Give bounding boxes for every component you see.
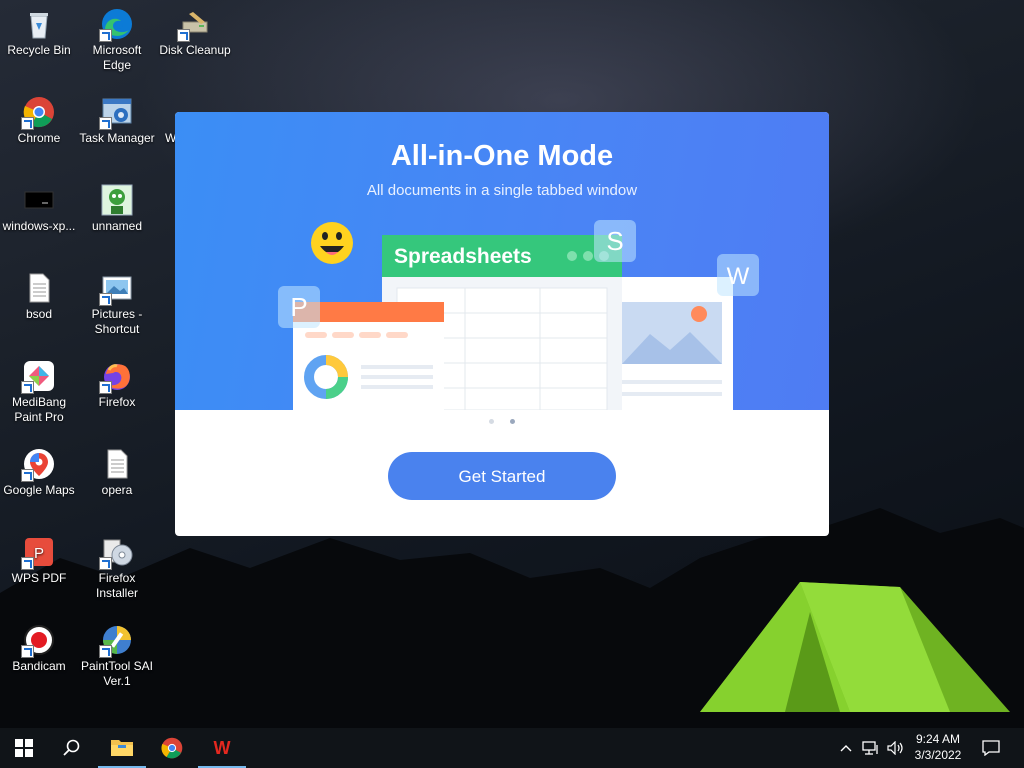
desktop-icon-label: Task Manager: [79, 131, 155, 145]
desktop-icon-firefox[interactable]: Firefox: [78, 360, 156, 410]
svg-text:S: S: [606, 226, 623, 256]
firefox-installer-icon: [99, 536, 133, 570]
desktop-icon-disk-cleanup[interactable]: Disk Cleanup: [156, 8, 234, 58]
desktop-icon-wps-pdf[interactable]: P WPS PDF: [0, 536, 78, 586]
pager-dot[interactable]: [489, 419, 494, 424]
spreadsheet-card-label: Spreadsheets: [394, 245, 532, 268]
desktop-icon-label: MediBang Paint Pro: [11, 395, 67, 424]
taskbar: W 9:24 AM 3/3/2022: [0, 728, 1024, 768]
edge-icon: [99, 8, 133, 42]
svg-text:P: P: [34, 545, 44, 562]
taskbar-clock[interactable]: 9:24 AM 3/3/2022: [908, 731, 968, 763]
s-badge-icon: S: [594, 220, 636, 262]
recycle-bin-icon: [23, 8, 55, 40]
tent-illustration: [700, 582, 1010, 712]
smiley-emoji-icon: [311, 222, 353, 264]
bandicam-icon: [21, 624, 55, 658]
volume-icon: [887, 741, 903, 755]
painttool-sai-icon: [99, 624, 133, 658]
dialog-banner: All-in-One Mode All documents in a singl…: [175, 112, 829, 410]
desktop-icon-bandicam[interactable]: Bandicam: [0, 624, 78, 674]
desktop-icon-label: PaintTool SAI Ver.1: [80, 659, 154, 688]
desktop-icon-opera[interactable]: opera: [78, 448, 156, 498]
text-file-icon: [101, 448, 133, 480]
desktop-icon-google-maps[interactable]: Google Maps: [0, 448, 78, 498]
chrome-icon: [161, 737, 183, 759]
desktop-icon-label: unnamed: [91, 219, 143, 233]
desktop-icon-bsod[interactable]: bsod: [0, 272, 78, 322]
desktop-icon-label: WPS PDF: [11, 571, 67, 585]
desktop-icon-painttool-sai[interactable]: PaintTool SAI Ver.1: [78, 624, 156, 689]
desktop-icon-firefox-installer[interactable]: Firefox Installer: [78, 536, 156, 601]
clock-date: 3/3/2022: [914, 748, 962, 762]
firefox-icon: [99, 360, 133, 394]
all-in-one-mode-dialog: All-in-One Mode All documents in a singl…: [175, 112, 829, 536]
desktop-icon-label: Google Maps: [3, 483, 75, 497]
start-icon: [15, 739, 33, 757]
writer-document-card: [615, 277, 733, 410]
unnamed-image-icon: [101, 184, 133, 216]
svg-text:W: W: [214, 738, 231, 757]
chevron-up-icon: [840, 745, 852, 752]
search-button[interactable]: [48, 728, 96, 768]
desktop-icon-chrome[interactable]: Chrome: [0, 96, 78, 146]
desktop-icon-label: Firefox: [98, 395, 136, 409]
network-button[interactable]: [858, 728, 884, 768]
pictures-folder-icon: [99, 272, 133, 306]
taskbar-wps-office[interactable]: W: [198, 728, 246, 768]
desktop-icon-pictures[interactable]: Pictures - Shortcut: [78, 272, 156, 337]
svg-text:P: P: [290, 292, 307, 322]
show-hidden-icons-button[interactable]: [834, 728, 858, 768]
w-badge-icon: W: [717, 254, 759, 296]
p-badge-icon: P: [278, 286, 320, 328]
notification-button[interactable]: [968, 728, 1014, 768]
google-maps-icon: [21, 448, 55, 482]
wps-pdf-icon: P: [21, 536, 55, 570]
search-icon: [63, 739, 80, 756]
task-manager-icon: [99, 96, 133, 130]
disk-cleanup-icon: [177, 8, 211, 42]
desktop-icon-windows-xp[interactable]: windows-xp...: [0, 184, 78, 234]
desktop-icon-label: Microsoft Edge: [92, 43, 142, 72]
clock-time: 9:24 AM: [915, 732, 961, 746]
text-file-icon: [23, 272, 55, 304]
desktop-icon-medibang[interactable]: MediBang Paint Pro: [0, 360, 78, 425]
desktop-icon-unnamed[interactable]: unnamed: [78, 184, 156, 234]
svg-text:W: W: [727, 263, 750, 290]
file-explorer-icon: [111, 740, 133, 756]
desktop-icon-label: bsod: [25, 307, 53, 321]
taskbar-chrome[interactable]: [148, 728, 196, 768]
pager-dot-active[interactable]: [510, 419, 515, 424]
carousel-pager: [487, 419, 517, 425]
desktop-icon-label: Recycle Bin: [7, 43, 71, 57]
desktop-icon-task-manager[interactable]: Task Manager: [78, 96, 156, 146]
network-icon: [862, 741, 878, 755]
desktop-icon-label: windows-xp...: [2, 219, 76, 233]
wps-office-icon: W: [214, 738, 231, 757]
desktop-icon-label: Bandicam: [12, 659, 66, 673]
get-started-button[interactable]: Get Started: [388, 452, 616, 500]
desktop-icon-label: Pictures - Shortcut: [91, 307, 143, 336]
desktop-icon-label: Chrome: [17, 131, 61, 145]
chrome-icon: [21, 96, 55, 130]
desktop-icon-label: Firefox Installer: [95, 571, 139, 600]
volume-button[interactable]: [884, 728, 908, 768]
taskbar-file-explorer[interactable]: [98, 728, 146, 768]
desktop-icon-label: opera: [101, 483, 133, 497]
feature-illustration: Spreadsheets S W P: [278, 220, 759, 410]
notification-icon: [982, 740, 1000, 756]
medibang-icon: [21, 360, 55, 394]
start-button[interactable]: [0, 728, 48, 768]
windows-xp-icon: [23, 184, 55, 216]
desktop-icon-recycle-bin[interactable]: Recycle Bin: [0, 8, 78, 58]
desktop-icon-label: Disk Cleanup: [159, 43, 231, 57]
desktop-icon-edge[interactable]: Microsoft Edge: [78, 8, 156, 73]
